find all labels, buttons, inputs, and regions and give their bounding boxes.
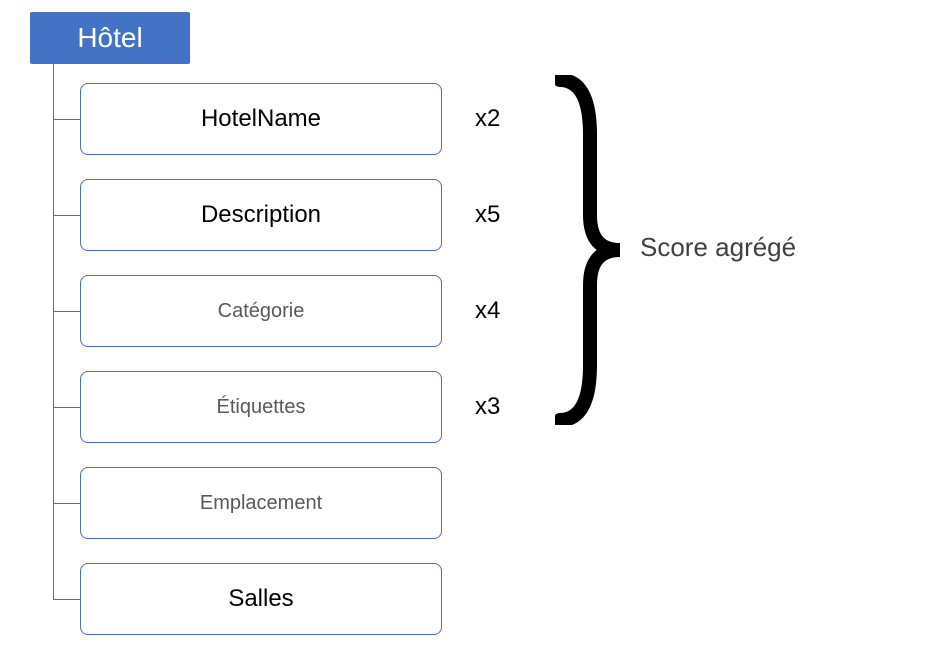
curly-brace-icon: [555, 75, 635, 425]
field-salles: Salles: [80, 563, 442, 635]
tree-branch: [53, 311, 80, 312]
field-emplacement: Emplacement: [80, 467, 442, 539]
field-label: Étiquettes: [217, 396, 306, 419]
weight-label-categorie: x4: [475, 297, 500, 325]
field-etiquettes: Étiquettes: [80, 371, 442, 443]
field-label: Emplacement: [200, 492, 322, 515]
field-description: Description: [80, 179, 442, 251]
field-label: HotelName: [201, 105, 321, 133]
root-node: Hôtel: [30, 12, 190, 64]
tree-branch: [53, 215, 80, 216]
root-label: Hôtel: [77, 22, 142, 54]
tree-branch: [53, 503, 80, 504]
field-hotelname: HotelName: [80, 83, 442, 155]
tree-branch: [53, 599, 80, 600]
field-label: Description: [201, 201, 321, 229]
field-label: Catégorie: [218, 300, 305, 323]
aggregate-label: Score agrégé: [640, 232, 796, 263]
field-categorie: Catégorie: [80, 275, 442, 347]
tree-branch: [53, 407, 80, 408]
field-label: Salles: [228, 585, 293, 613]
weight-label-description: x5: [475, 201, 500, 229]
tree-stem: [53, 64, 54, 599]
weight-label-etiquettes: x3: [475, 393, 500, 421]
weight-label-hotelname: x2: [475, 105, 500, 133]
tree-branch: [53, 119, 80, 120]
